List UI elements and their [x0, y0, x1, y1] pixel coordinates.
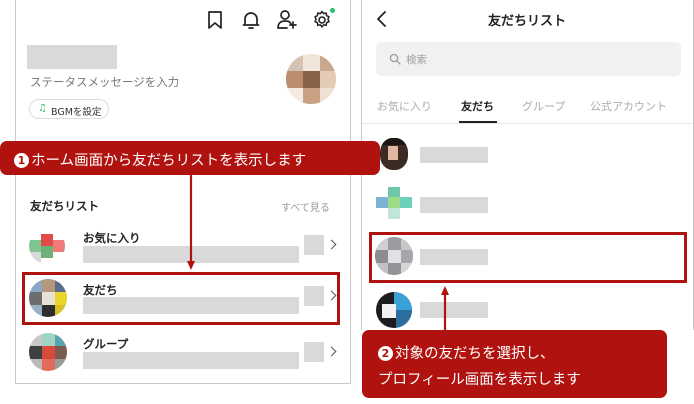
groups-avatar — [29, 333, 67, 371]
callout-step-1-text-wrap: 1 ホーム画面から友だちリストを表示します — [14, 149, 306, 170]
highlight-friends-row — [22, 272, 340, 325]
search-icon — [389, 53, 401, 65]
friend-row[interactable] — [362, 135, 693, 175]
groups-label: グループ — [83, 337, 129, 351]
friend-avatar — [376, 187, 412, 219]
callout-step-2: 2 対象の友だちを選択し、 プロフィール画面を表示します — [362, 330, 667, 398]
notification-dot — [330, 8, 335, 13]
favorites-avatar — [29, 228, 65, 264]
friend-name-redacted — [420, 147, 488, 163]
highlight-selected-friend — [369, 232, 687, 283]
tab-official-accounts[interactable]: 公式アカウント — [590, 98, 667, 114]
bgm-button-label: BGMを設定 — [51, 107, 102, 118]
screen-title: 友だちリスト — [488, 14, 567, 29]
arrow-step-1 — [187, 175, 195, 275]
bgm-button[interactable]: ♫ BGMを設定 — [29, 99, 109, 119]
groups-count-redacted — [304, 342, 324, 362]
profile-name-redacted — [27, 45, 117, 69]
home-screen-panel: ステータスメッセージを入力 ♫ BGMを設定 友だちリスト すべて見る お気に入… — [15, 0, 351, 384]
settings-gear-icon[interactable] — [312, 10, 332, 30]
chevron-right-icon — [326, 346, 337, 357]
back-arrow-icon[interactable] — [375, 10, 387, 28]
friend-avatar — [380, 138, 408, 170]
callout-step-2-line2: プロフィール画面を表示します — [378, 372, 581, 388]
arrow-step-2 — [441, 286, 449, 336]
step-2-badge: 2 — [378, 346, 393, 361]
favorites-label: お気に入り — [83, 231, 141, 245]
step-1-badge: 1 — [14, 153, 29, 168]
friends-list-heading: 友だちリスト — [30, 199, 99, 213]
friend-row[interactable] — [362, 290, 693, 330]
callout-step-1: 1 ホーム画面から友だちリストを表示します — [0, 141, 380, 175]
list-row-favorites[interactable]: お気に入り — [26, 225, 346, 269]
search-placeholder: 検索 — [406, 54, 427, 66]
favorites-count-redacted — [304, 235, 324, 255]
chevron-right-icon — [326, 239, 337, 250]
tabs-divider — [362, 123, 693, 124]
groups-preview-redacted — [83, 352, 299, 369]
list-row-groups[interactable]: グループ — [26, 330, 346, 374]
profile-avatar[interactable] — [286, 54, 336, 104]
status-message-placeholder[interactable]: ステータスメッセージを入力 — [30, 74, 179, 90]
friend-name-redacted — [420, 302, 488, 318]
bell-icon[interactable] — [242, 10, 260, 30]
callout-step-2-line1-wrap: 2 対象の友だちを選択し、 — [378, 342, 555, 363]
friend-name-redacted — [420, 197, 488, 213]
tab-groups[interactable]: グループ — [522, 98, 565, 114]
bookmark-icon[interactable] — [207, 10, 223, 30]
friend-row[interactable] — [362, 183, 693, 223]
callout-step-2-line1: 対象の友だちを選択し、 — [395, 346, 555, 362]
friend-avatar — [376, 292, 412, 328]
tab-friends[interactable]: 友だち — [461, 98, 494, 114]
see-all-link[interactable]: すべて見る — [281, 199, 330, 214]
callout-step-1-text: ホーム画面から友だちリストを表示します — [31, 153, 307, 169]
music-note-icon: ♫ — [38, 103, 47, 114]
search-field[interactable]: 検索 — [376, 42, 681, 76]
add-friend-icon[interactable] — [276, 9, 298, 30]
tab-favorites[interactable]: お気に入り — [377, 98, 432, 114]
